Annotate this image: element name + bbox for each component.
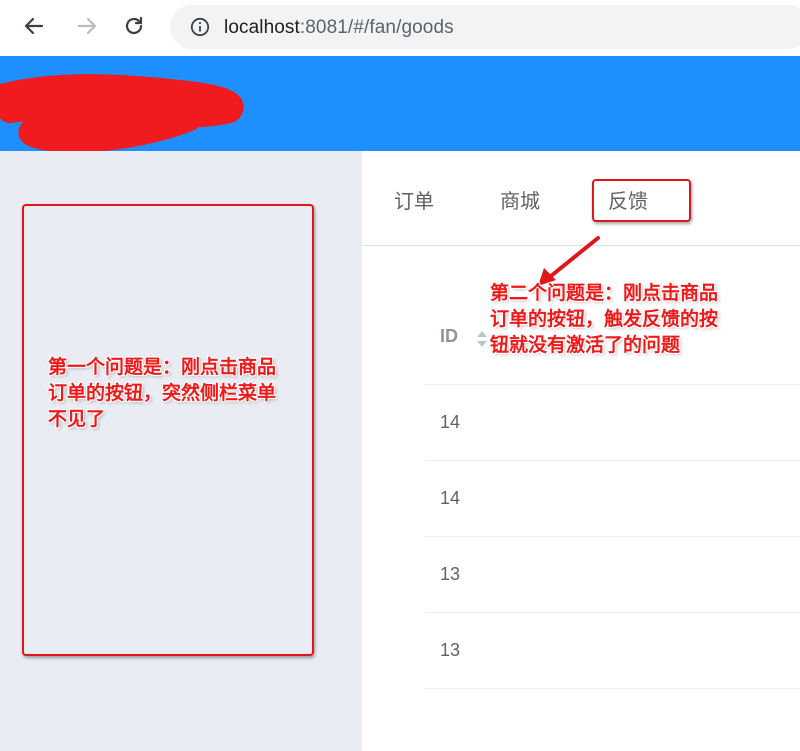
cell-id: 14: [440, 412, 461, 432]
tab-orders[interactable]: 订单: [394, 185, 434, 214]
back-button[interactable]: [18, 10, 50, 42]
arrow-left-icon: [24, 17, 44, 35]
table-row[interactable]: 13: [425, 613, 800, 689]
tab-mall[interactable]: 商城: [500, 185, 540, 214]
app-header: [0, 56, 800, 151]
table-row[interactable]: 14: [425, 461, 800, 537]
reload-button[interactable]: [118, 10, 150, 42]
column-header-id[interactable]: ID: [440, 326, 458, 347]
annotation-note-2: 第二个问题是：刚点击商品订单的按钮，触发反馈的按钮就没有激活了的问题: [490, 282, 719, 356]
cell-id: 14: [440, 488, 461, 508]
forward-button[interactable]: [71, 10, 103, 42]
annotation-box-feedback-tab: [592, 179, 691, 222]
url-host: localhost: [224, 17, 300, 38]
cell-id: 13: [440, 640, 461, 660]
browser-toolbar: localhost:8081/#/fan/goods: [0, 0, 800, 56]
table-row[interactable]: 13: [425, 537, 800, 613]
redaction-scribble: [0, 74, 244, 151]
table-row[interactable]: 14: [425, 385, 800, 461]
annotation-note-1: 第一个问题是：刚点击商品订单的按钮，突然侧栏菜单不见了: [48, 356, 277, 430]
arrow-right-icon: [77, 17, 97, 35]
address-bar[interactable]: localhost:8081/#/fan/goods: [170, 5, 800, 49]
url-path: :8081/#/fan/goods: [299, 17, 454, 38]
info-icon[interactable]: [190, 17, 210, 37]
url-text: localhost:8081/#/fan/goods: [224, 17, 454, 39]
reload-icon: [125, 16, 143, 35]
sort-caret-icon[interactable]: [475, 329, 489, 349]
cell-id: 13: [440, 564, 461, 584]
